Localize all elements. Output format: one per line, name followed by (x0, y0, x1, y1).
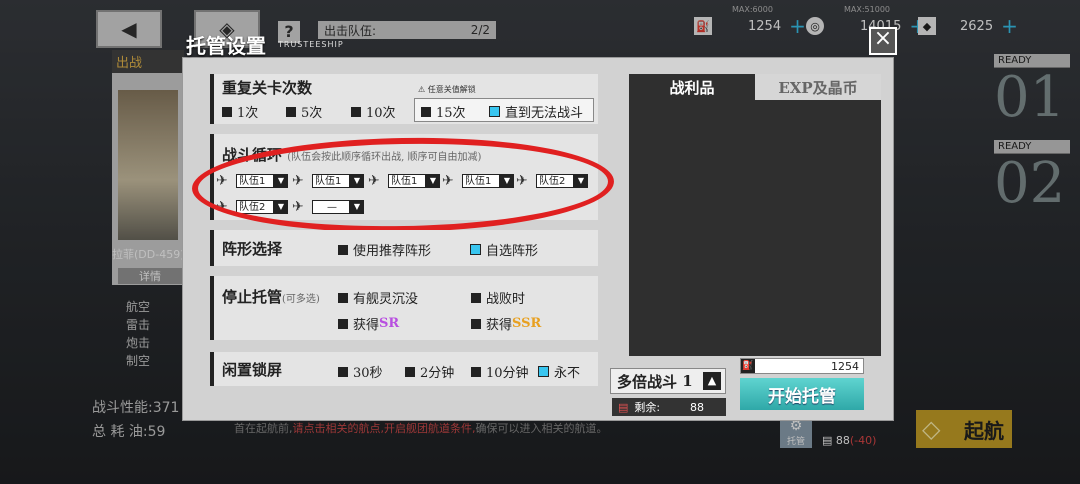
checkbox (286, 106, 296, 117)
repeat-option-until-fail[interactable]: 直到无法战斗 (489, 102, 583, 121)
unlock-text: 任意关值解锁 (427, 85, 476, 94)
unlock-label: ⚠ 任意关值解锁 (418, 84, 476, 95)
option-label: 1次 (237, 106, 259, 121)
option-label: 10分钟 (486, 366, 529, 381)
checkbox (471, 366, 481, 377)
option-label: 30秒 (353, 366, 383, 381)
modal-subtitle: TRUSTEESHIP (278, 40, 344, 49)
rarity-ssr: SSR (512, 316, 542, 331)
idle-2min[interactable]: 2分钟 (405, 362, 454, 381)
option-label: 5次 (301, 106, 323, 121)
stop-on-defeat[interactable]: 战败时 (471, 288, 525, 307)
remaining-oil: ▤ 剩余: 88 (612, 398, 726, 416)
checkbox-checked (489, 106, 500, 117)
idle-30s[interactable]: 30秒 (338, 362, 383, 381)
multi-battle-label: 多倍战斗 (617, 372, 678, 391)
stop-title-text: 停止托管 (222, 288, 283, 306)
checkbox (405, 366, 415, 377)
rarity-sr: SR (379, 316, 400, 331)
formation-recommended[interactable]: 使用推荐阵形 (338, 240, 431, 259)
option-label: 战败时 (486, 292, 526, 307)
stop-title: 停止托管(可多选) (222, 286, 320, 307)
checkbox (338, 292, 348, 303)
repeat-option-5[interactable]: 5次 (286, 102, 322, 121)
oil-display: ⛽ 1254 (740, 358, 864, 374)
checkbox (471, 292, 481, 303)
checkbox (338, 366, 348, 377)
modal-title: 托管设置 (186, 34, 266, 58)
idle-title: 闲置锁屏 (222, 361, 283, 379)
option-label: 永不 (554, 366, 581, 381)
option-label: 获得 (486, 318, 513, 333)
checkbox (338, 244, 348, 255)
checkbox (338, 318, 348, 329)
repeat-title: 重复关卡次数 (222, 79, 313, 97)
option-label: 使用推荐阵形 (353, 244, 432, 259)
option-label: 有舰灵沉没 (353, 292, 419, 307)
increase-arrow-icon[interactable]: ▲ (703, 372, 721, 390)
oil-icon: ⛽ (741, 359, 755, 373)
idle-10min[interactable]: 10分钟 (471, 362, 529, 381)
oil-value: 1254 (831, 359, 859, 373)
option-label: 10次 (366, 106, 396, 121)
stop-note: (可多选) (282, 294, 320, 305)
tab-exp-coin[interactable]: EXP及晶币 (755, 74, 881, 100)
warning-icon: ⚠ (418, 85, 428, 94)
start-trusteeship-button[interactable]: 开始托管 (740, 378, 864, 410)
option-label: 获得 (353, 318, 380, 333)
loot-list (629, 74, 881, 356)
oil-icon: ▤ (618, 400, 629, 414)
checkbox-checked (470, 244, 481, 255)
repeat-option-1[interactable]: 1次 (222, 102, 258, 121)
repeat-option-10[interactable]: 10次 (351, 102, 396, 121)
stop-on-sink[interactable]: 有舰灵沉没 (338, 288, 418, 307)
repeat-option-15[interactable]: 15次 (421, 102, 466, 121)
checkbox (471, 318, 481, 329)
stop-on-sr[interactable]: 获得 SR (338, 314, 399, 333)
option-label: 自选阵形 (486, 244, 539, 259)
checkbox (222, 106, 232, 117)
multi-battle-value: 1 (682, 372, 693, 390)
close-button[interactable]: × (869, 27, 897, 55)
formation-custom[interactable]: 自选阵形 (470, 240, 538, 259)
checkbox (351, 106, 361, 117)
remaining-value: 88 (690, 400, 704, 414)
checkbox (421, 106, 431, 117)
option-label: 2分钟 (420, 366, 455, 381)
remaining-label: 剩余: (634, 401, 661, 414)
tab-loot[interactable]: 战利品 (629, 74, 755, 100)
stop-on-ssr[interactable]: 获得 SSR (471, 314, 541, 333)
checkbox-checked (538, 366, 549, 377)
multi-battle-selector[interactable]: 多倍战斗 1 ▲ (610, 368, 726, 394)
option-label: 15次 (436, 106, 466, 121)
formation-title: 阵形选择 (222, 240, 283, 258)
idle-never[interactable]: 永不 (538, 362, 580, 381)
option-label: 直到无法战斗 (505, 106, 584, 121)
